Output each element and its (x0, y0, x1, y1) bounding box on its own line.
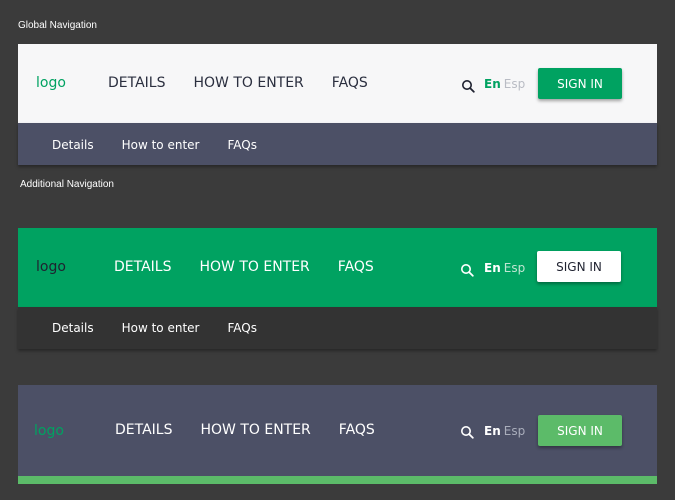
search-icon[interactable] (460, 425, 474, 439)
lang-esp[interactable]: Esp (504, 77, 525, 91)
global-navbar: logo DETAILS HOW TO ENTER FAQS En Esp SI… (18, 44, 657, 123)
lang-en[interactable]: En (484, 424, 501, 438)
sub-nav: Details How to enter FAQs (52, 321, 285, 335)
nav-link-faqs[interactable]: FAQS (332, 75, 368, 91)
language-switcher: En Esp (484, 77, 525, 91)
lang-en[interactable]: En (484, 261, 501, 275)
main-nav: DETAILS HOW TO ENTER FAQS (115, 422, 403, 438)
logo[interactable]: logo (34, 423, 64, 439)
caption-global-navigation: Global Navigation (18, 20, 97, 31)
language-switcher: En Esp (484, 424, 525, 438)
nav-link-how-to-enter[interactable]: HOW TO ENTER (193, 75, 303, 91)
sub-nav-link-details[interactable]: Details (52, 321, 94, 335)
nav-link-how-to-enter[interactable]: HOW TO ENTER (200, 422, 310, 438)
additional-navbar-green: logo DETAILS HOW TO ENTER FAQS En Esp SI… (18, 228, 657, 307)
active-indicator-bar (18, 476, 657, 484)
global-sub-navbar: Details How to enter FAQs (18, 123, 657, 165)
lang-en[interactable]: En (484, 77, 501, 91)
nav-link-details[interactable]: DETAILS (108, 75, 165, 91)
sub-nav: Details How to enter FAQs (52, 138, 285, 152)
main-nav: DETAILS HOW TO ENTER FAQS (108, 75, 396, 91)
nav-link-faqs[interactable]: FAQS (339, 422, 375, 438)
sub-nav-link-faqs[interactable]: FAQs (227, 321, 257, 335)
sub-nav-link-how-to-enter[interactable]: How to enter (122, 321, 200, 335)
sign-in-button[interactable]: SIGN IN (538, 68, 622, 99)
language-switcher: En Esp (484, 261, 525, 275)
nav-link-details[interactable]: DETAILS (115, 422, 172, 438)
additional-navbar-slate: logo DETAILS HOW TO ENTER FAQS En Esp SI… (18, 385, 657, 476)
sub-nav-link-faqs[interactable]: FAQs (227, 138, 257, 152)
caption-additional-navigation: Additional Navigation (20, 179, 114, 190)
sign-in-button[interactable]: SIGN IN (538, 415, 622, 446)
sign-in-button[interactable]: SIGN IN (537, 251, 621, 282)
search-icon[interactable] (460, 263, 474, 277)
logo[interactable]: logo (36, 75, 66, 91)
sub-nav-link-details[interactable]: Details (52, 138, 94, 152)
nav-link-details[interactable]: DETAILS (114, 259, 171, 275)
nav-link-how-to-enter[interactable]: HOW TO ENTER (199, 259, 309, 275)
main-nav: DETAILS HOW TO ENTER FAQS (114, 259, 402, 275)
additional-sub-navbar: Details How to enter FAQs (18, 307, 657, 349)
logo[interactable]: logo (36, 259, 66, 275)
search-icon[interactable] (461, 79, 475, 93)
lang-esp[interactable]: Esp (504, 424, 525, 438)
sub-nav-link-how-to-enter[interactable]: How to enter (122, 138, 200, 152)
nav-link-faqs[interactable]: FAQS (338, 259, 374, 275)
lang-esp[interactable]: Esp (504, 261, 525, 275)
